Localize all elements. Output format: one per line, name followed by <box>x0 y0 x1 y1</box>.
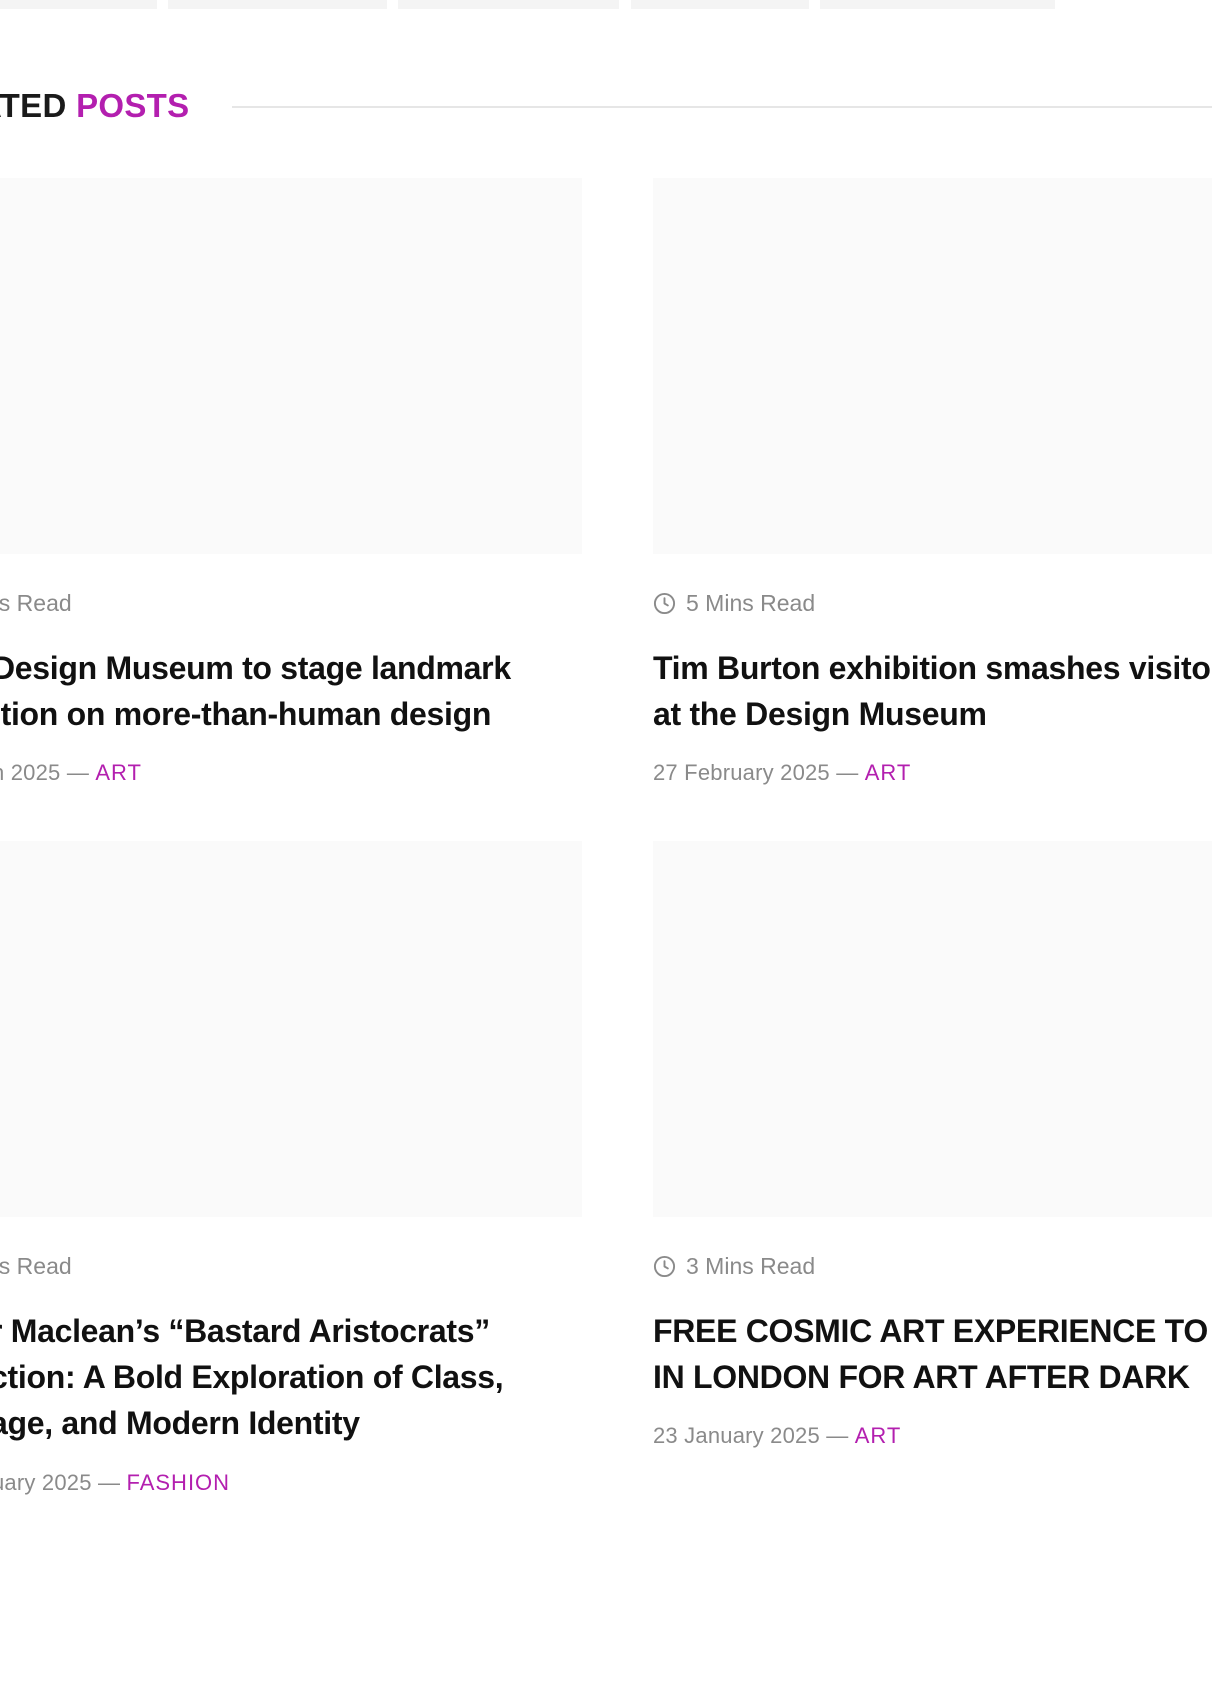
read-time-label: ns Read <box>0 589 72 616</box>
meta-separator: — <box>836 760 859 785</box>
section-title-part2: POSTS <box>76 87 190 124</box>
post-meta: h 2025 — ART <box>0 760 142 786</box>
meta-separator: — <box>66 760 90 785</box>
read-time: ns Read <box>0 589 72 617</box>
section-title: ATED POSTS <box>0 86 189 126</box>
related-posts-page: ATED POSTS ns Read Design Museum to stag… <box>0 0 1212 1682</box>
read-time: 3 Mins Read <box>653 1252 815 1280</box>
top-tag-5[interactable] <box>820 0 1055 9</box>
post-title-line: Design Museum to stage landmark <box>0 650 511 686</box>
clock-icon <box>653 592 676 614</box>
post-title-line: IN LONDON FOR ART AFTER DARK <box>653 1359 1190 1395</box>
post-category[interactable]: FASHION <box>126 1470 230 1495</box>
read-time-label: ns Read <box>0 1252 72 1279</box>
post-category[interactable]: ART <box>855 1423 902 1448</box>
post-thumbnail[interactable] <box>653 178 1212 554</box>
top-tag-2[interactable] <box>168 0 387 9</box>
post-title-line: Tim Burton exhibition smashes visitor <box>653 650 1212 686</box>
post-title-line: r Maclean’s “Bastard Aristocrats” <box>0 1313 490 1349</box>
post-date: uary 2025 <box>0 1470 92 1495</box>
post-date: 23 January 2025 <box>653 1423 820 1448</box>
meta-separator: — <box>97 1470 121 1495</box>
post-category[interactable]: ART <box>865 760 912 785</box>
post-title-line: age, and Modern Identity <box>0 1405 360 1441</box>
read-time-label: 3 Mins Read <box>686 1252 816 1279</box>
post-title[interactable]: r Maclean’s “Bastard Aristocrats” ction:… <box>0 1308 504 1446</box>
post-meta: uary 2025 — FASHION <box>0 1470 230 1496</box>
post-date: 27 February 2025 <box>653 760 830 785</box>
post-title-line: FREE COSMIC ART EXPERIENCE TO L <box>653 1313 1212 1349</box>
post-category[interactable]: ART <box>95 760 142 785</box>
clock-icon <box>653 1255 676 1277</box>
post-title-line: ition on more-than-human design <box>0 696 492 732</box>
section-divider <box>232 106 1212 108</box>
top-tag-3[interactable] <box>398 0 619 9</box>
post-title[interactable]: FREE COSMIC ART EXPERIENCE TO L IN LONDO… <box>653 1308 1212 1400</box>
meta-separator: — <box>826 1423 849 1448</box>
post-thumbnail[interactable] <box>0 178 582 554</box>
section-heading: ATED POSTS <box>0 86 1212 126</box>
read-time-label: 5 Mins Read <box>686 589 816 616</box>
section-title-part1: ATED <box>0 87 67 124</box>
top-tag-strip <box>0 0 1212 9</box>
top-tag-4[interactable] <box>631 0 809 9</box>
post-title-line: at the Design Museum <box>653 696 987 732</box>
post-thumbnail[interactable] <box>0 841 582 1217</box>
post-title-line: ction: A Bold Exploration of Class, <box>0 1359 504 1395</box>
post-date: h 2025 <box>0 760 61 785</box>
top-tag-1[interactable] <box>0 0 157 9</box>
read-time: ns Read <box>0 1252 72 1280</box>
post-thumbnail[interactable] <box>653 841 1212 1217</box>
post-meta: 23 January 2025 — ART <box>653 1423 901 1449</box>
read-time: 5 Mins Read <box>653 589 815 617</box>
post-title[interactable]: Tim Burton exhibition smashes visitor at… <box>653 645 1212 737</box>
post-meta: 27 February 2025 — ART <box>653 760 911 786</box>
post-title[interactable]: Design Museum to stage landmark ition on… <box>0 645 511 737</box>
